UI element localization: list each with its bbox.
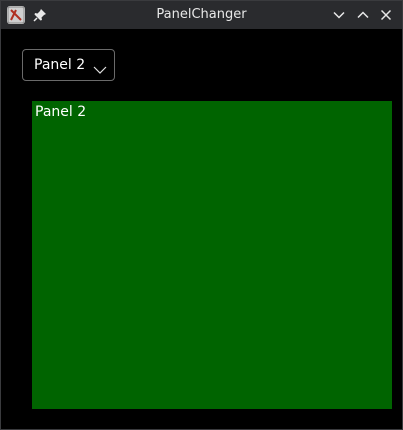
chevron-down-icon	[93, 60, 107, 74]
chevron-down-icon[interactable]	[331, 7, 347, 23]
chevron-up-icon[interactable]	[355, 7, 371, 23]
content-panel: Panel 2	[32, 101, 392, 409]
app-icon	[7, 6, 25, 24]
app-window: PanelChanger Panel 2 Panel 2	[0, 0, 403, 430]
close-icon[interactable]	[378, 7, 394, 23]
panel-selector-value: Panel 2	[34, 57, 86, 73]
title-bar[interactable]: PanelChanger	[1, 1, 402, 29]
panel-selector-dropdown[interactable]: Panel 2	[22, 49, 115, 81]
panel-label: Panel 2	[35, 104, 87, 120]
pin-icon[interactable]	[32, 7, 48, 23]
